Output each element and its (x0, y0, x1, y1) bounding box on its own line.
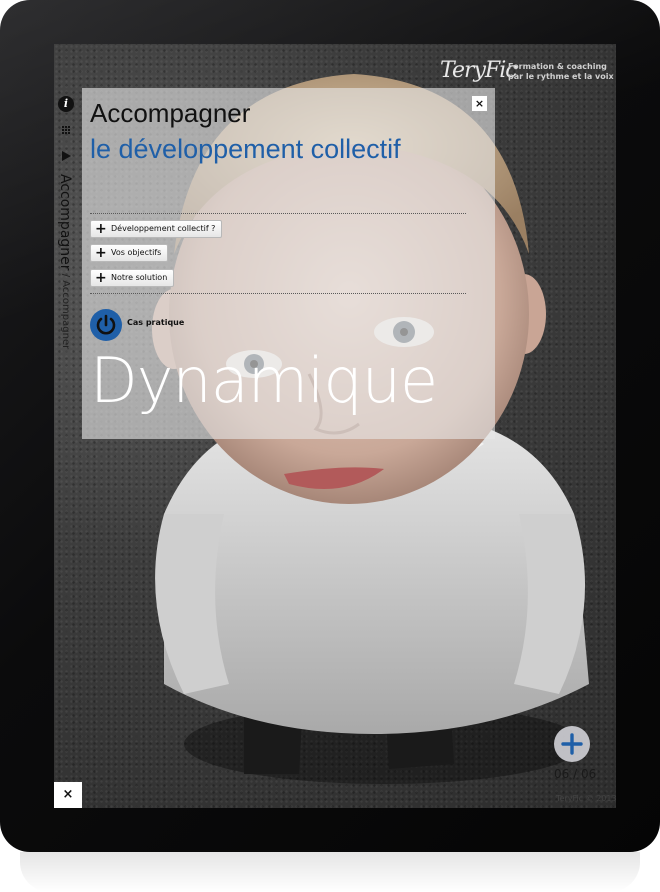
plus-icon (561, 733, 583, 755)
divider-bottom (90, 293, 466, 294)
tablet-frame: TeryFic Formation & coaching par le ryth… (0, 0, 660, 852)
button-label: Notre solution (111, 273, 168, 282)
tablet-reflection (20, 852, 640, 892)
corner-close-button[interactable]: × (54, 782, 82, 808)
app-screen: TeryFic Formation & coaching par le ryth… (54, 44, 616, 808)
add-button[interactable] (554, 726, 590, 762)
section-label: Accompagner (57, 174, 73, 271)
divider-top (90, 213, 466, 214)
section-sub-label: / Accompagner (60, 270, 71, 350)
panel-subtitle: le développement collectif (90, 134, 401, 164)
vos-objectifs-button[interactable]: + Vos objectifs (90, 244, 169, 262)
close-icon: × (62, 787, 74, 802)
copyright: TeryFic © 2013 (556, 794, 616, 803)
page-counter: 06 / 06 (554, 767, 597, 781)
button-label: Développement collectif ? (111, 224, 216, 233)
notre-solution-button[interactable]: + Notre solution (90, 269, 175, 287)
play-icon[interactable] (62, 151, 71, 161)
section-breadcrumb[interactable]: Accompagner / Accompagner (57, 174, 73, 349)
close-icon: × (474, 97, 485, 110)
brand-logo[interactable]: TeryFic Formation & coaching par le ryth… (440, 58, 614, 88)
panel-title: Accompagner (90, 98, 251, 128)
plus-icon: + (95, 221, 107, 237)
plus-icon: + (95, 270, 107, 286)
panel-close-button[interactable]: × (472, 96, 487, 111)
info-icon[interactable]: i (58, 96, 74, 112)
keyword-headline: Dynamique (90, 344, 438, 417)
side-toolbar: i Accompagner / Accompagner (54, 94, 80, 394)
brand-name: TeryFic (440, 58, 518, 83)
content-panel: × Accompagner le développement collectif… (82, 88, 495, 439)
button-label: Vos objectifs (111, 248, 162, 257)
cas-pratique-button[interactable] (90, 309, 122, 341)
cas-pratique-label: Cas pratique (127, 318, 185, 327)
plus-icon: + (95, 245, 107, 261)
power-icon (96, 314, 116, 335)
brand-tagline-line2: par le rythme et la voix (508, 72, 614, 81)
brand-tagline: Formation & coaching par le rythme et la… (508, 62, 614, 82)
brand-tagline-line1: Formation & coaching (508, 62, 607, 71)
grid-icon[interactable] (62, 126, 71, 135)
development-collectif-button[interactable]: + Développement collectif ? (90, 220, 223, 238)
